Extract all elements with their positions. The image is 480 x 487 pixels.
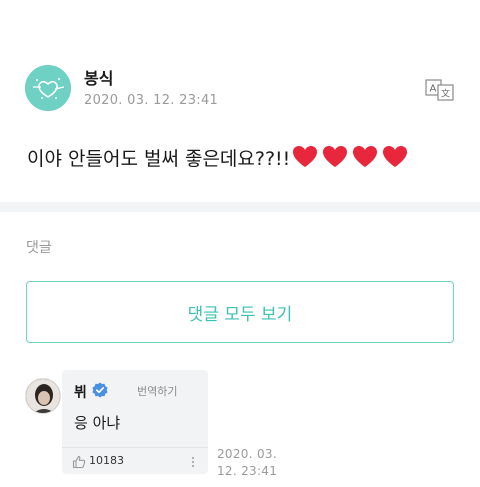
verified-badge-icon xyxy=(92,382,108,398)
reply-translate-link[interactable]: 번역하기 xyxy=(137,383,177,399)
reply-bubble: 뷔 번역하기 응 아냐 10183 xyxy=(62,370,208,474)
translate-icon[interactable]: A 文 xyxy=(425,79,455,101)
like-count: 10183 xyxy=(89,454,124,467)
bubble-divider xyxy=(62,447,208,448)
reply-date: 2020. 03. 12. 23:41 xyxy=(217,447,278,478)
post-card: 봉식 2020. 03. 12. 23:41 A 文 이야 안들어도 벌써 좋은… xyxy=(0,0,480,202)
heart-logo-icon xyxy=(25,65,71,111)
reply-text: 응 아냐 xyxy=(74,414,121,432)
comments-label: 댓글 xyxy=(26,240,52,256)
post-body: 이야 안들어도 벌써 좋은데요??!! xyxy=(27,144,412,174)
post-author[interactable]: 봉식 xyxy=(84,65,113,89)
red-heart-icon xyxy=(293,146,318,167)
reply-author[interactable]: 뷔 xyxy=(74,382,87,402)
red-heart-icon xyxy=(353,146,378,167)
author-avatar[interactable] xyxy=(25,65,71,111)
heart-emojis xyxy=(292,145,412,174)
section-divider xyxy=(0,202,480,212)
red-heart-icon xyxy=(383,146,408,167)
profile-photo-icon xyxy=(26,379,60,413)
thumbs-up-icon[interactable] xyxy=(72,454,86,469)
svg-text:文: 文 xyxy=(441,88,450,100)
view-all-comments-button[interactable]: 댓글 모두 보기 xyxy=(26,281,454,343)
red-heart-icon xyxy=(323,146,348,167)
post-date: 2020. 03. 12. 23:41 xyxy=(84,93,219,108)
reply-author-avatar[interactable] xyxy=(25,378,61,414)
post-text: 이야 안들어도 벌써 좋은데요??!! xyxy=(27,148,291,170)
svg-text:A: A xyxy=(430,84,437,95)
more-vertical-icon[interactable] xyxy=(189,454,197,468)
